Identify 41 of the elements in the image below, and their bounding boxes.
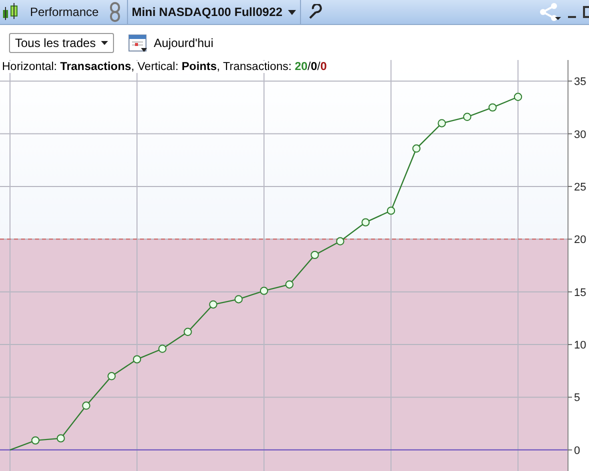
performance-tab[interactable]: Performance bbox=[26, 5, 103, 19]
data-point bbox=[260, 286, 268, 295]
candlestick-icon[interactable] bbox=[2, 3, 20, 21]
trades-dropdown[interactable]: Tous les trades bbox=[9, 32, 114, 52]
wrench-icon[interactable] bbox=[307, 4, 324, 20]
share-icon[interactable] bbox=[539, 3, 561, 21]
data-point bbox=[132, 355, 142, 364]
caret-icon bbox=[100, 40, 108, 44]
data-point bbox=[386, 206, 396, 215]
data-point bbox=[158, 344, 166, 353]
chain-link-icon[interactable] bbox=[108, 2, 121, 22]
data-point bbox=[514, 92, 522, 101]
data-point bbox=[463, 112, 472, 121]
chart-caption: Horizontal: Transactions, Vertical: Points, Transactions: 20/0/0 bbox=[2, 61, 327, 73]
axis-tick-label: 30 bbox=[574, 128, 586, 141]
date-button[interactable]: Aujourd'hui bbox=[128, 32, 214, 52]
data-point bbox=[184, 328, 192, 336]
data-point bbox=[362, 218, 370, 226]
axis-tick-label: 10 bbox=[574, 340, 586, 352]
data-point bbox=[336, 237, 344, 246]
data-point bbox=[488, 103, 497, 112]
axis-tick-label: 25 bbox=[574, 181, 586, 194]
data-point bbox=[31, 436, 40, 445]
data-point bbox=[56, 434, 65, 442]
data-point bbox=[285, 280, 294, 289]
axis-tick-label: 35 bbox=[574, 76, 586, 88]
caret-icon bbox=[288, 10, 296, 14]
maximize-icon[interactable] bbox=[583, 3, 589, 21]
data-point bbox=[310, 250, 319, 260]
data-point bbox=[108, 372, 116, 380]
axis-tick-label: 0 bbox=[574, 444, 580, 457]
axis-tick-label: 5 bbox=[574, 392, 580, 404]
instrument-dropdown[interactable]: Mini NASDAQ100 Full0922 bbox=[126, 0, 302, 24]
data-point bbox=[209, 300, 218, 309]
data-point bbox=[412, 144, 420, 153]
data-point bbox=[234, 295, 243, 304]
calendar-icon bbox=[128, 32, 148, 52]
data-point bbox=[82, 402, 90, 410]
axis-tick-label: 20 bbox=[574, 234, 586, 246]
data-point bbox=[438, 119, 446, 128]
axis-tick-label: 15 bbox=[574, 286, 586, 299]
